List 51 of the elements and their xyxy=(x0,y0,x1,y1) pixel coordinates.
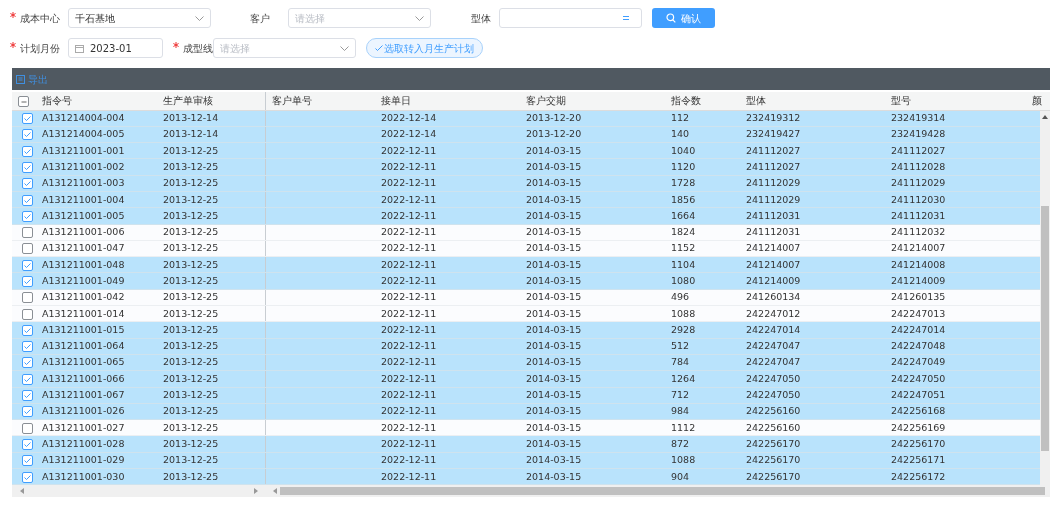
equals-icon xyxy=(623,16,629,20)
row-checkbox[interactable] xyxy=(22,373,33,385)
row-checkbox[interactable] xyxy=(22,422,33,434)
select-field[interactable]: 千石基地 xyxy=(68,8,211,28)
row-checkbox[interactable] xyxy=(22,113,33,124)
row-checkbox[interactable] xyxy=(22,438,33,450)
field-label: 客户 xyxy=(250,11,271,26)
row-checkbox[interactable] xyxy=(22,129,33,141)
column-header[interactable]: 颜 xyxy=(1030,92,1050,110)
row-checkbox[interactable] xyxy=(22,455,33,467)
row-checkbox[interactable] xyxy=(22,292,33,304)
column-header[interactable]: 客户单号 xyxy=(265,92,375,110)
row-checkbox[interactable] xyxy=(22,276,33,287)
row-checkbox[interactable] xyxy=(22,210,33,222)
column-header[interactable]: 指令数 xyxy=(665,92,740,110)
column-header[interactable]: 型体 xyxy=(740,92,885,110)
input-field[interactable] xyxy=(499,8,642,28)
chevron-icon xyxy=(195,15,204,21)
row-checkbox[interactable] xyxy=(22,357,33,369)
row-checkbox[interactable] xyxy=(22,145,33,157)
column-header[interactable]: 型号 xyxy=(885,92,1030,110)
select-all-checkbox[interactable] xyxy=(18,95,29,107)
row-checkbox[interactable] xyxy=(22,390,33,402)
chevron-icon xyxy=(340,45,349,51)
column-header[interactable]: 指令号 xyxy=(36,92,157,110)
row-checkbox[interactable] xyxy=(22,341,33,353)
field-label: 计划月份 xyxy=(10,40,68,56)
search-icon xyxy=(666,13,676,23)
row-checkbox[interactable] xyxy=(22,259,33,271)
field-label: 型体 xyxy=(471,11,492,26)
column-header[interactable]: 接单日 xyxy=(375,92,520,110)
row-checkbox[interactable] xyxy=(22,178,33,190)
row-checkbox[interactable] xyxy=(22,227,33,239)
column-header[interactable]: 生产单审核 xyxy=(157,92,265,110)
column-header[interactable]: 客户交期 xyxy=(520,92,665,110)
export-icon xyxy=(16,74,25,84)
row-checkbox[interactable] xyxy=(22,406,33,418)
field-label: 成型线 xyxy=(173,40,213,56)
date-field[interactable]: 2023-01 xyxy=(68,38,163,58)
vertical-scrollbar[interactable] xyxy=(1040,111,1050,486)
field-label: 成本中心 xyxy=(10,10,68,26)
check-icon xyxy=(375,44,383,52)
row-checkbox[interactable] xyxy=(22,161,33,173)
chevron-icon xyxy=(415,15,424,21)
calendar-icon xyxy=(75,43,84,53)
row-checkbox[interactable] xyxy=(22,243,33,255)
horizontal-scrollbar[interactable] xyxy=(12,485,1050,498)
row-checkbox[interactable] xyxy=(22,324,33,336)
row-checkbox[interactable] xyxy=(22,471,33,483)
row-checkbox[interactable] xyxy=(22,308,33,320)
row-checkbox[interactable] xyxy=(22,194,33,206)
